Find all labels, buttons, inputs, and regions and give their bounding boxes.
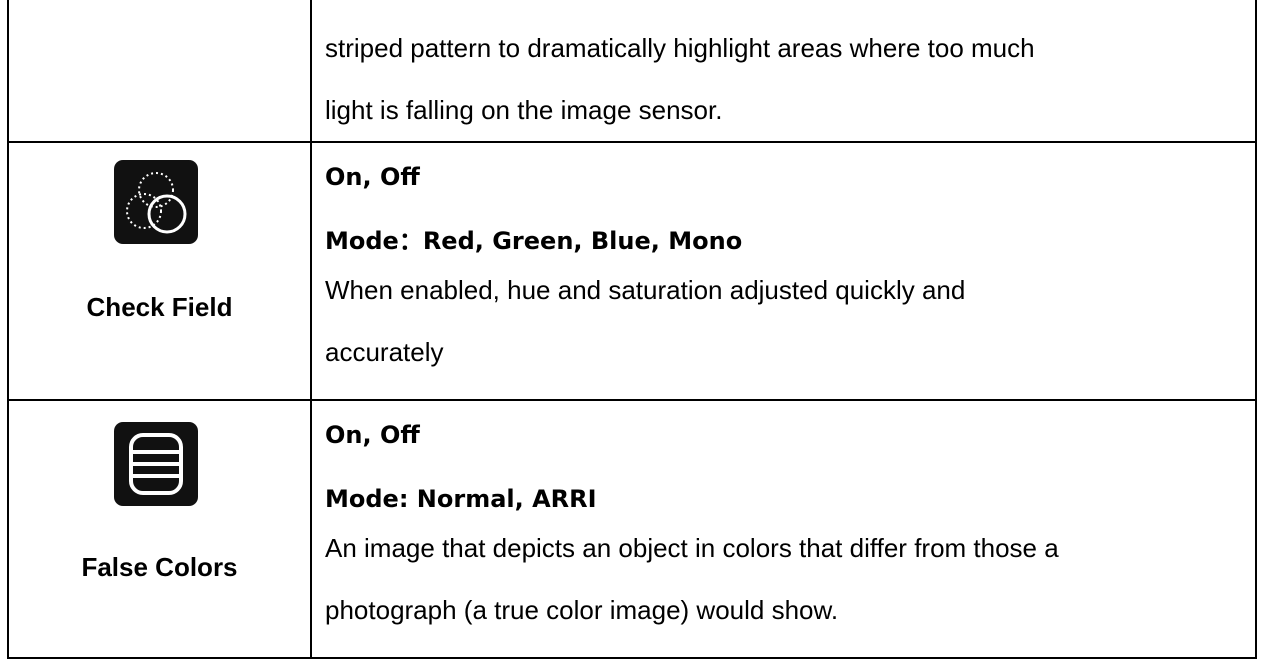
overlapping-circles-icon bbox=[114, 160, 198, 244]
check-field-description-cell: On, Off Mode：Red, Green, Blue, Mono When… bbox=[310, 141, 1257, 401]
check-field-name: Check Field bbox=[86, 292, 233, 322]
check-field-icon-cell: Check Field bbox=[7, 141, 312, 401]
intro-text-line-2: light is falling on the image sensor. bbox=[325, 95, 723, 125]
check-field-options: On, Off bbox=[325, 163, 420, 191]
false-colors-name: False Colors bbox=[81, 552, 238, 582]
check-field-description: When enabled, hue and saturation adjuste… bbox=[325, 259, 1247, 383]
false-colors-icon-cell: False Colors bbox=[7, 399, 312, 659]
table-row-check-field: Check Field On, Off Mode：Red, Green, Blu… bbox=[7, 141, 1257, 401]
intro-description-cell: striped pattern to dramatically highligh… bbox=[310, 0, 1257, 143]
false-colors-description-line-1: An image that depicts an object in color… bbox=[325, 533, 1059, 563]
false-colors-description-cell: On, Off Mode: Normal, ARRI An image that… bbox=[310, 399, 1257, 659]
table-row-intro: striped pattern to dramatically highligh… bbox=[7, 0, 1257, 143]
empty-icon-cell bbox=[7, 0, 312, 143]
feature-table: striped pattern to dramatically highligh… bbox=[7, 0, 1257, 659]
intro-text-line-1: striped pattern to dramatically highligh… bbox=[325, 33, 1035, 63]
check-field-description-line-2: accurately bbox=[325, 337, 444, 367]
false-colors-description-line-2: photograph (a true color image) would sh… bbox=[325, 595, 839, 625]
false-colors-description: An image that depicts an object in color… bbox=[325, 517, 1247, 641]
check-field-description-line-1: When enabled, hue and saturation adjuste… bbox=[325, 275, 966, 305]
false-colors-options: On, Off bbox=[325, 421, 420, 449]
table-row-false-colors: False Colors On, Off Mode: Normal, ARRI … bbox=[7, 399, 1257, 659]
intro-text: striped pattern to dramatically highligh… bbox=[325, 0, 1247, 141]
horizontal-bars-icon bbox=[114, 422, 198, 506]
